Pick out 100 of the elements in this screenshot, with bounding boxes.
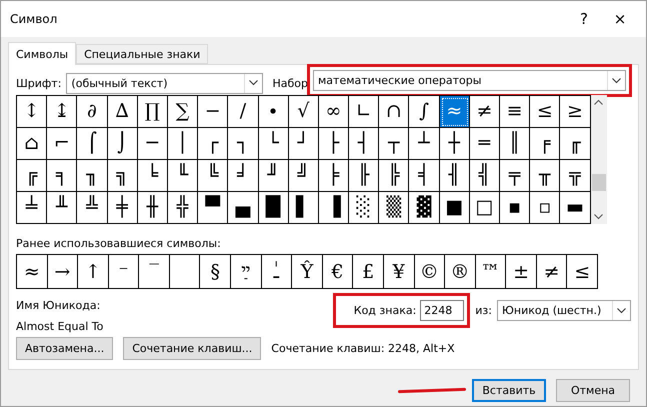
symbol-cell[interactable]: ∆	[108, 96, 138, 128]
symbol-cell[interactable]: ┴	[409, 128, 440, 160]
symbol-cell[interactable]: ∙	[258, 96, 289, 128]
symbol-cell[interactable]: ⌠	[77, 128, 108, 160]
symbol-cell[interactable]: ░	[349, 192, 380, 224]
symbol-cell[interactable]: ╙	[168, 160, 198, 192]
symbol-cell[interactable]: ⌡	[108, 128, 138, 160]
scroll-thumb[interactable]	[592, 174, 606, 191]
symbol-cell[interactable]: ┬	[379, 128, 410, 160]
symbol-cell[interactable]: ╓	[560, 128, 591, 160]
symbol-cell[interactable]: ▫	[530, 192, 560, 224]
char-code-field[interactable]: 2248	[420, 300, 464, 321]
symbol-cell[interactable]: ╨	[47, 192, 78, 224]
symbol-cell[interactable]: ╫	[138, 192, 168, 224]
symbol-cell[interactable]: ╕	[47, 160, 78, 192]
symbol-cell[interactable]: ╣	[470, 160, 500, 192]
symbol-cell[interactable]: ■	[440, 192, 470, 224]
symbol-cell[interactable]: ≥	[560, 96, 591, 128]
symbol-cell[interactable]: −	[198, 96, 228, 128]
char-code-label: Код знака:	[354, 304, 416, 317]
unicode-name: Almost Equal To	[16, 320, 104, 333]
recent-symbol[interactable]: ≤	[567, 255, 597, 288]
symbol-cell[interactable]: ∂	[77, 96, 108, 128]
symbol-cell[interactable]: ╢	[440, 160, 470, 192]
encoding-select[interactable]: Юникод (шестн.)	[497, 300, 631, 321]
unicode-name-label: Имя Юникода:	[16, 299, 102, 312]
symbol-cell[interactable]: ╠	[379, 160, 410, 192]
symbol-cell[interactable]: │	[168, 128, 198, 160]
symbol-cell[interactable]: ▐	[318, 192, 350, 224]
symbol-cell[interactable]: ┤	[349, 128, 380, 160]
symbol-cell[interactable]: ═	[470, 128, 500, 160]
symbol-cell[interactable]: ┼	[440, 128, 470, 160]
symbol-cell[interactable]: ▪	[500, 192, 530, 224]
close-button[interactable]: ×	[602, 4, 638, 34]
symbol-cell[interactable]: ╟	[349, 160, 380, 192]
symbol-cell[interactable]: ╜	[258, 160, 289, 192]
symbol-cell[interactable]: ▒	[379, 192, 410, 224]
symbol-cell[interactable]: ╚	[198, 160, 228, 192]
symbol-cell[interactable]: ▄	[228, 192, 258, 224]
symbol-cell[interactable]: ≡	[500, 96, 530, 128]
symbol-cell[interactable]: ┌	[198, 128, 228, 160]
symbol-cell[interactable]: ▬	[560, 192, 591, 224]
symbol-cell[interactable]: ⌐	[47, 128, 78, 160]
symbol-cell[interactable]: √	[288, 96, 319, 128]
tab[interactable]: Символы	[8, 42, 76, 65]
symbol-cell[interactable]: ╘	[138, 160, 168, 192]
symbol-cell[interactable]: ├	[318, 128, 350, 160]
subset-select[interactable]: математические операторы	[313, 70, 626, 91]
symbol-cell[interactable]: ╔	[17, 160, 48, 192]
dialog-button[interactable]: Сочетание клавиш...	[123, 337, 262, 360]
subset-label: Набор	[272, 76, 308, 90]
symbol-cell[interactable]: ∟	[349, 96, 380, 128]
symbol-cell[interactable]: ┐	[228, 128, 258, 160]
symbol-cell[interactable]: ╬	[168, 192, 198, 224]
symbol-cell[interactable]: ∞	[318, 96, 350, 128]
symbol-cell[interactable]: ↨	[47, 96, 78, 128]
shortcut-text: Сочетание клавиш: 2248, Alt+X	[271, 342, 455, 355]
symbol-cell[interactable]: ╛	[228, 160, 258, 192]
symbol-cell[interactable]: ╥	[530, 160, 560, 192]
symbol-cell[interactable]: □	[470, 192, 500, 224]
help-button[interactable]: ?	[566, 4, 602, 34]
symbol-cell[interactable]: ∕	[228, 96, 258, 128]
symbol-cell[interactable]: █	[258, 192, 289, 224]
symbol-cell[interactable]: ║	[500, 128, 530, 160]
symbol-cell[interactable]: ╧	[17, 192, 48, 224]
symbol-cell[interactable]: ▀	[198, 192, 228, 224]
symbol-cell[interactable]: ╞	[318, 160, 350, 192]
symbol-cell[interactable]: ┘	[288, 128, 319, 160]
symbol-cell[interactable]: ≈	[440, 96, 470, 128]
symbol-cell[interactable]: ╤	[500, 160, 530, 192]
symbol-cell[interactable]: ╝	[288, 160, 319, 192]
symbol-cell[interactable]: ╡	[409, 160, 440, 192]
symbol-cell[interactable]: ▌	[288, 192, 319, 224]
tab[interactable]: Специальные знаки	[76, 44, 208, 64]
dialog-button[interactable]: Автозамена...	[16, 337, 114, 360]
symbol-cell[interactable]: ▓	[409, 192, 440, 224]
font-label: Шрифт:	[16, 76, 62, 90]
symbol-cell[interactable]: ∏	[138, 96, 168, 128]
symbol-cell[interactable]: ╩	[77, 192, 108, 224]
symbol-cell[interactable]: ∑	[168, 96, 198, 128]
dialog-button[interactable]: Вставить	[472, 379, 546, 402]
recent-label: Ранее использовавшиеся символы:	[16, 237, 222, 250]
symbol-cell[interactable]: ╦	[560, 160, 591, 192]
symbol-cell[interactable]: ╖	[77, 160, 108, 192]
symbol-cell[interactable]: ⌂	[17, 128, 48, 160]
symbol-cell[interactable]: ╗	[108, 160, 138, 192]
window-title: Символ	[10, 12, 58, 26]
font-select[interactable]: (обычный текст)	[66, 72, 264, 94]
symbol-cell[interactable]: ╪	[108, 192, 138, 224]
symbol-cell[interactable]: ≠	[470, 96, 500, 128]
symbol-cell[interactable]: ─	[138, 128, 168, 160]
chevron-down-icon	[617, 308, 626, 314]
scrollbar[interactable]	[590, 95, 607, 224]
symbol-cell[interactable]: ↕	[17, 96, 48, 128]
symbol-cell[interactable]: ╒	[530, 128, 560, 160]
dialog-button[interactable]: Отмена	[556, 379, 630, 402]
symbol-cell[interactable]: ∩	[379, 96, 410, 128]
symbol-cell[interactable]: └	[258, 128, 289, 160]
symbol-cell[interactable]: ≤	[530, 96, 560, 128]
symbol-cell[interactable]: ∫	[409, 96, 440, 128]
